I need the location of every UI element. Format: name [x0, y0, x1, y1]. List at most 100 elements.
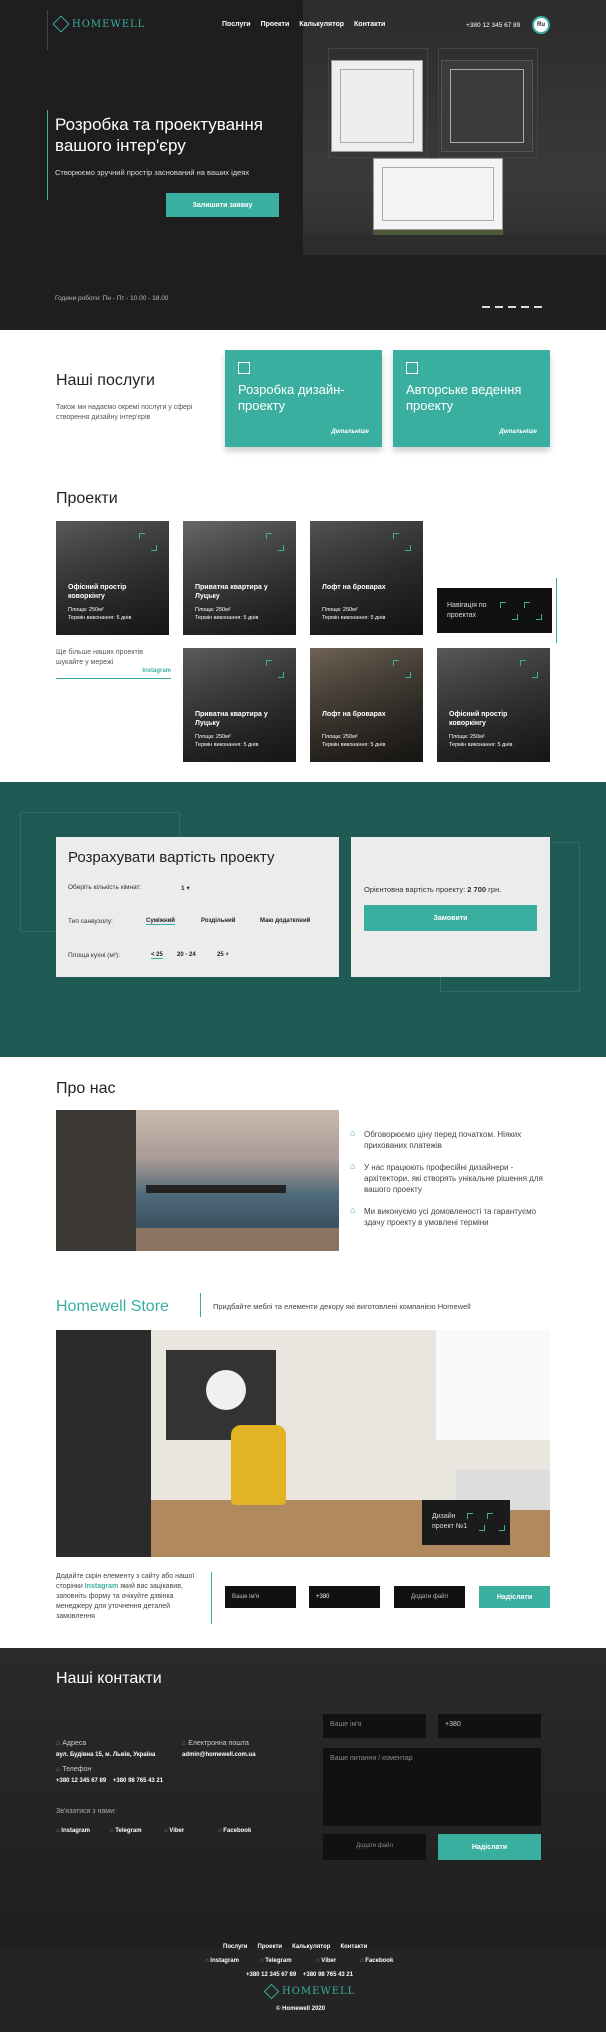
- service-card-supervision[interactable]: Авторське ведення проекту Детальніше: [393, 350, 550, 447]
- project-card[interactable]: Лофт на броварах Площа: 250м² Термін вико…: [310, 648, 423, 762]
- nav-services[interactable]: Послуги: [222, 21, 251, 28]
- rooms-value: 1: [181, 885, 185, 892]
- logo-text: HOMEWELL: [72, 18, 146, 30]
- nav-calculator[interactable]: Калькулятор: [299, 21, 344, 28]
- mail-icon: ⌂: [182, 1740, 187, 1747]
- project-card[interactable]: Приватна квартира у Луцьку Площа: 250м² Т…: [183, 648, 296, 762]
- project-area: Площа: 250м²: [195, 607, 231, 613]
- project-area: Площа: 250м²: [68, 607, 104, 613]
- footer-facebook[interactable]: Facebook: [360, 1958, 393, 1964]
- rooms-label: Оберіть кількість кімнат:: [68, 884, 142, 891]
- store-name-input[interactable]: Ваше ім'я: [225, 1586, 296, 1608]
- prev-arrow-icon[interactable]: [500, 602, 518, 620]
- project-card[interactable]: Лофт на броварах Площа: 250м² Термін вико…: [310, 521, 423, 635]
- kitchen-label: Площа кухні (м²):: [68, 952, 120, 959]
- language-switch[interactable]: Ru: [532, 16, 550, 34]
- store-image: Дизайн проект №1: [56, 1330, 550, 1557]
- footer-nav-calculator[interactable]: Калькулятор: [292, 1944, 330, 1950]
- phone-values[interactable]: +380 12 345 67 89 +380 98 765 43 21: [56, 1778, 163, 1784]
- price-line: Орієнтовна вартість проекту: 2 700 грн.: [364, 885, 501, 894]
- contact-name-input[interactable]: Ваше ім'я: [323, 1714, 426, 1738]
- footer-nav-services[interactable]: Послуги: [223, 1944, 248, 1950]
- bathroom-option-adjacent[interactable]: Суміжний: [146, 918, 175, 925]
- project-card[interactable]: Офісний простір коворкінгу Площа: 250м² Т…: [437, 648, 550, 762]
- project-term: Термін виконання: 5 днів: [449, 742, 513, 748]
- bathroom-option-separate[interactable]: Роздільний: [201, 918, 235, 924]
- footer-logo[interactable]: HOMEWELL: [263, 1983, 356, 2000]
- hero-section: HOMEWELL Послуги Проекти Калькулятор Кон…: [0, 0, 606, 330]
- project-card[interactable]: Офісний простір коворкінгу Площа: 250м² Т…: [56, 521, 169, 635]
- price-value: 2 700: [467, 885, 487, 894]
- working-hours: Години роботи: Пн - Пт - 10.00 - 18.00: [55, 295, 169, 302]
- about-point: Обговорюємо ціну перед початком. Ніяких …: [350, 1128, 550, 1151]
- next-arrow-icon[interactable]: [487, 1513, 505, 1531]
- store-nav-label: Дизайн проект №1: [432, 1513, 468, 1530]
- calculator-section: Розрахувати вартість проекту Оберіть кіл…: [0, 782, 606, 1057]
- footer-nav-contacts[interactable]: Контакти: [340, 1944, 367, 1950]
- calculator-form: Розрахувати вартість проекту Оберіть кіл…: [56, 837, 339, 977]
- rooms-select[interactable]: 1 ▾: [181, 884, 190, 892]
- service-card-design[interactable]: Розробка дизайн-проекту Детальніше: [225, 350, 382, 447]
- hero-cta-button[interactable]: Залишити заявку: [166, 193, 279, 217]
- service-card-title: Авторське ведення проекту: [406, 382, 522, 413]
- store-send-button[interactable]: Надіслати: [479, 1586, 550, 1608]
- copyright: © Homewell 2020: [276, 2006, 326, 2012]
- project-term: Термін виконання: 5 днів: [322, 615, 386, 621]
- services-title: Наші послуги: [56, 372, 155, 389]
- nav-contacts[interactable]: Контакти: [354, 21, 385, 28]
- project-area: Площа: 250м²: [322, 734, 358, 740]
- project-title: Офісний простір коворкінгу: [449, 711, 508, 727]
- phone-icon: ⌂: [56, 1766, 61, 1773]
- kitchen-option-2[interactable]: 20 - 24: [177, 952, 196, 958]
- hero-title: Розробка та проектування вашого інтер'єр…: [55, 115, 264, 155]
- bathroom-option-extra[interactable]: Маю додатковий: [260, 918, 310, 924]
- top-nav: Послуги Проекти Калькулятор Контакти: [222, 21, 385, 28]
- social-facebook[interactable]: Facebook: [218, 1828, 251, 1834]
- footer-nav-projects[interactable]: Проекти: [258, 1944, 283, 1950]
- kitchen-option-3[interactable]: 25 +: [217, 952, 229, 958]
- email-value[interactable]: admin@homewell.com.ua: [182, 1752, 256, 1758]
- logo-icon: [52, 15, 70, 33]
- about-point: У нас працюють професійні дизайнери - ар…: [350, 1161, 550, 1195]
- worker-icon: [406, 362, 418, 374]
- order-button[interactable]: Замовити: [364, 905, 537, 931]
- next-arrow-icon[interactable]: [524, 602, 542, 620]
- service-more-link[interactable]: Детальніше: [331, 429, 369, 435]
- price-unit: грн.: [488, 885, 502, 894]
- footer-telegram[interactable]: Telegram: [260, 1958, 291, 1964]
- instagram-promo: Ще більше наших проектів шукайте у мереж…: [56, 648, 171, 679]
- service-more-link[interactable]: Детальніше: [499, 429, 537, 435]
- prev-arrow-icon[interactable]: [467, 1513, 485, 1531]
- social-instagram[interactable]: Instagram: [56, 1828, 90, 1834]
- footer-phones[interactable]: +380 12 345 67 89 +380 98 765 43 21: [246, 1972, 353, 1978]
- services-description: Також ми надаємо окремі послуги у сфері …: [56, 404, 193, 421]
- kitchen-option-1[interactable]: < 25: [151, 952, 163, 959]
- footer-logo-text: HOMEWELL: [282, 1986, 356, 1997]
- contact-send-button[interactable]: Надіслати: [438, 1834, 541, 1860]
- footer-viber[interactable]: Viber: [316, 1958, 336, 1964]
- store-instagram-link[interactable]: Instagram: [85, 1583, 118, 1590]
- project-area: Площа: 250м²: [195, 734, 231, 740]
- logo[interactable]: HOMEWELL: [52, 15, 146, 33]
- phone-block: ⌂ Телефон: [56, 1766, 91, 1773]
- store-file-button[interactable]: Додати файл: [394, 1586, 465, 1608]
- contact-phone-input[interactable]: +380: [438, 1714, 541, 1738]
- project-title: Приватна квартира у Луцьку: [195, 584, 268, 600]
- store-navigation: Дизайн проект №1: [422, 1500, 510, 1545]
- instagram-link[interactable]: Instagram: [56, 668, 171, 674]
- social-viber[interactable]: Viber: [164, 1828, 184, 1834]
- project-card[interactable]: Приватна квартира у Луцьку Площа: 250м² Т…: [183, 521, 296, 635]
- expand-icon: [266, 660, 284, 678]
- social-telegram[interactable]: Telegram: [110, 1828, 141, 1834]
- store-phone-input[interactable]: +380: [309, 1586, 380, 1608]
- nav-projects[interactable]: Проекти: [261, 21, 290, 28]
- header-phone[interactable]: +380 12 345 67 89: [466, 22, 520, 29]
- contact-message-input[interactable]: Ваше питання / коментар: [323, 1748, 541, 1826]
- store-description: Придбайте меблі та елементи декору які в…: [213, 1302, 471, 1311]
- expand-icon: [393, 660, 411, 678]
- footer-instagram[interactable]: Instagram: [205, 1958, 239, 1964]
- slider-dots[interactable]: [482, 306, 542, 308]
- logo-icon: [263, 1983, 280, 2000]
- contact-file-button[interactable]: Додати файл: [323, 1834, 426, 1860]
- projects-navigation: Навігація по проектах: [437, 588, 552, 633]
